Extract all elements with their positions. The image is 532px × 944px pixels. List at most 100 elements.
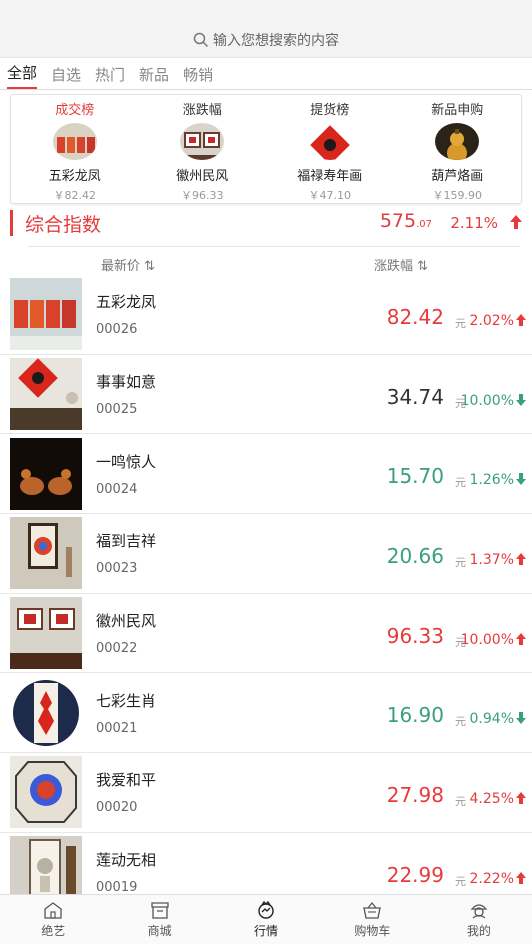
product-code: 00025 — [96, 402, 138, 418]
product-thumbnail — [10, 278, 82, 351]
product-code: 00023 — [96, 561, 138, 577]
search-bar[interactable]: 输入您想搜索的内容 — [0, 22, 532, 58]
profile-icon — [470, 903, 488, 919]
list-item[interactable]: 徽州民风 00022 96.33 元 10.00% — [0, 594, 532, 674]
product-change: 2.02% — [469, 313, 514, 329]
price-unit: 元 — [455, 715, 466, 729]
product-name: 七彩生肖 — [96, 691, 157, 710]
product-thumbnail — [10, 437, 82, 510]
tabbar-label: 商城 — [147, 923, 172, 938]
price-unit: 元 — [455, 317, 466, 330]
tab-all[interactable]: 全部 — [7, 62, 38, 89]
arrow-up-icon — [510, 215, 522, 229]
product-thumbnail — [10, 358, 82, 431]
product-price: 34.74 — [386, 384, 444, 409]
status-bar — [0, 0, 532, 22]
ranking-name: 徽州民风 — [176, 169, 229, 184]
sort-by-change[interactable]: 涨跌幅 ⇅ — [374, 255, 428, 274]
product-code: 00022 — [96, 641, 138, 657]
index-value: 575.07 — [379, 210, 432, 232]
product-code: 00019 — [96, 880, 138, 896]
composite-index[interactable]: 综合指数 575.07 2.11% — [0, 206, 532, 240]
arrow-down-icon — [516, 393, 526, 406]
product-name: 事事如意 — [96, 373, 157, 392]
arrow-up-icon — [516, 314, 526, 326]
product-price: 16.90 — [386, 703, 444, 728]
product-thumbnail — [10, 597, 82, 670]
tabbar-label: 行情 — [254, 923, 279, 938]
product-code: 00024 — [96, 481, 138, 497]
product-thumbnail — [10, 676, 82, 749]
product-name: 一鸣惊人 — [96, 452, 157, 471]
search-placeholder: 输入您想搜索的内容 — [213, 32, 339, 49]
ranking-item-new[interactable]: 新品申购 葫芦烙画 ￥159.90 — [394, 95, 522, 203]
product-name: 徽州民风 — [96, 612, 157, 631]
product-thumbnail — [10, 517, 82, 590]
index-change: 2.11% — [450, 214, 498, 232]
price-unit: 元 — [455, 795, 466, 809]
product-code: 00020 — [96, 800, 138, 816]
product-list: 五彩龙凤 00026 82.42 元 2.02% 事事如意 00025 34.7… — [0, 275, 532, 913]
ranking-item-change[interactable]: 涨跌幅 徽州民风 ￥96.33 — [139, 95, 267, 203]
ranking-price: ￥82.42 — [53, 189, 97, 202]
house-icon — [44, 901, 62, 919]
tabbar-profile[interactable]: 我的 — [426, 895, 532, 944]
ranking-name: 福禄寿年画 — [297, 169, 363, 184]
list-item[interactable]: 事事如意 00025 34.74 元 10.00% — [0, 355, 532, 435]
tabbar-mall[interactable]: 商城 — [106, 895, 212, 944]
tabbar-market[interactable]: 行情 — [213, 895, 319, 944]
product-price: 22.99 — [386, 862, 444, 887]
tab-favorites[interactable]: 自选 — [51, 64, 81, 89]
product-change: 4.25% — [469, 791, 514, 808]
product-change: 2.22% — [469, 870, 514, 887]
product-change: 1.26% — [469, 472, 514, 489]
ranking-thumbnail — [180, 123, 225, 160]
ranking-title: 成交榜 — [55, 103, 95, 118]
tabbar-home[interactable]: 绝艺 — [0, 895, 106, 944]
product-price: 27.98 — [386, 783, 444, 808]
ranking-price: ￥159.90 — [432, 189, 483, 202]
tabbar-label: 购物车 — [354, 923, 391, 938]
price-unit: 元 — [455, 556, 466, 570]
product-name: 五彩龙凤 — [96, 293, 157, 312]
arrow-down-icon — [516, 473, 526, 486]
ranking-title: 新品申购 — [431, 103, 484, 118]
ranking-thumbnail — [435, 123, 480, 160]
tabbar-label: 我的 — [466, 923, 491, 938]
ranking-price: ￥47.10 — [308, 189, 352, 202]
ranking-panel: 成交榜 五彩龙凤 ￥82.42 涨跌幅 徽州民风 ￥96.33 提货榜 福禄寿年… — [10, 94, 522, 204]
ranking-item-pickup[interactable]: 提货榜 福禄寿年画 ￥47.10 — [266, 95, 394, 203]
category-tabs: 全部 自选 热门 新品 畅销 — [0, 58, 532, 90]
arrow-up-icon — [516, 632, 526, 645]
tabbar-cart[interactable]: 购物车 — [319, 895, 425, 944]
ranking-price: ￥96.33 — [181, 189, 224, 202]
list-item[interactable]: 一鸣惊人 00024 15.70 元 1.26% — [0, 434, 532, 515]
index-accent-bar — [10, 210, 13, 236]
list-item[interactable]: 我爱和平 00020 27.98 元 4.25% — [0, 753, 532, 833]
list-item[interactable]: 五彩龙凤 00026 82.42 元 2.02% — [0, 275, 532, 355]
product-price: 82.42 — [386, 305, 444, 329]
product-name: 我爱和平 — [96, 771, 157, 790]
ranking-title: 提货榜 — [310, 103, 350, 118]
product-change: 1.37% — [469, 552, 514, 569]
list-item[interactable]: 七彩生肖 00021 16.90 元 0.94% — [0, 673, 532, 754]
arrow-up-icon — [516, 871, 526, 884]
price-unit: 元 — [455, 476, 466, 490]
product-name: 福到吉祥 — [96, 532, 157, 551]
product-name: 莲动无相 — [96, 851, 157, 870]
ranking-item-volume[interactable]: 成交榜 五彩龙凤 ￥82.42 — [11, 95, 139, 203]
price-unit: 元 — [455, 874, 466, 888]
list-item[interactable]: 福到吉祥 00023 20.66 元 1.37% — [0, 514, 532, 594]
store-icon — [150, 901, 169, 919]
index-title: 综合指数 — [25, 213, 102, 236]
tab-new[interactable]: 新品 — [139, 64, 169, 89]
arrow-up-icon — [516, 792, 526, 805]
market-icon — [258, 900, 274, 919]
ranking-title: 涨跌幅 — [182, 103, 222, 118]
tab-bestseller[interactable]: 畅销 — [183, 64, 213, 89]
product-price: 96.33 — [386, 623, 444, 648]
product-price: 20.66 — [386, 544, 444, 569]
sort-by-price[interactable]: 最新价 ⇅ — [101, 255, 155, 274]
arrow-down-icon — [516, 712, 526, 725]
tab-hot[interactable]: 热门 — [95, 64, 125, 89]
